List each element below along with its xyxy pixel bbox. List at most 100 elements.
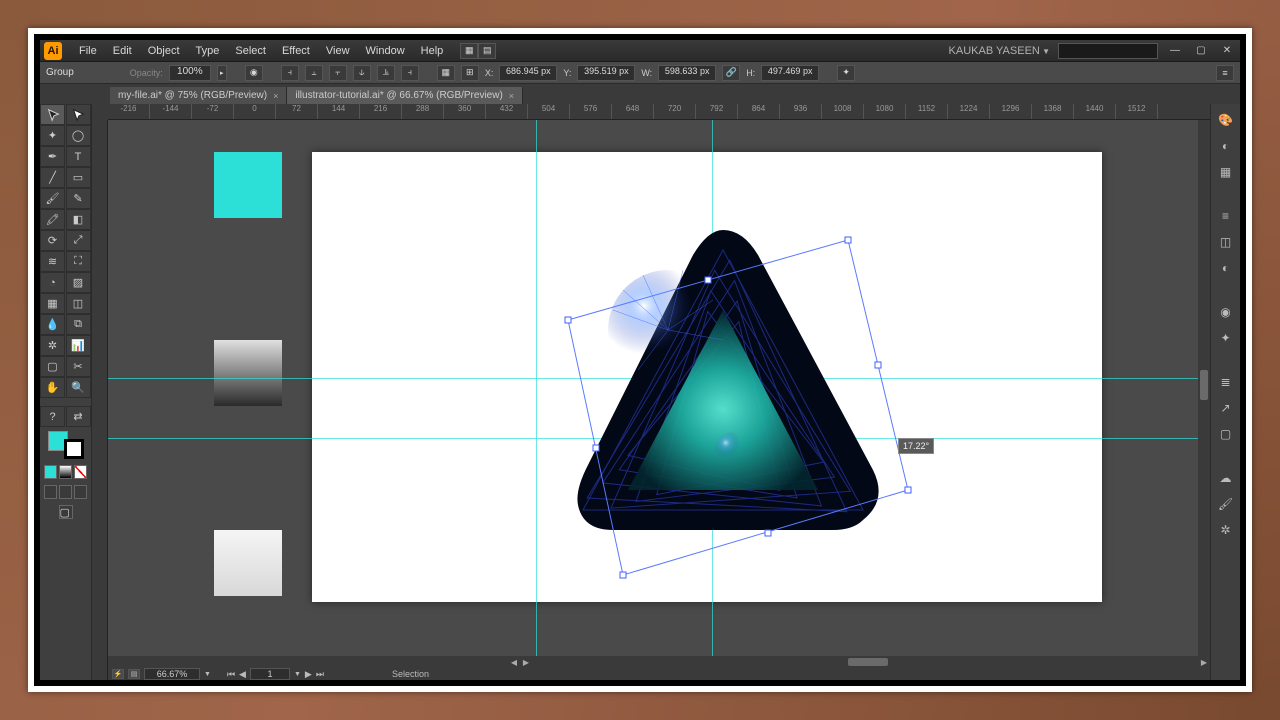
menu-edit[interactable]: Edit xyxy=(106,43,139,59)
scroll-right-icon[interactable]: ▶ xyxy=(520,656,532,668)
libraries-panel-icon[interactable]: ☁ xyxy=(1216,468,1236,488)
maximize-icon[interactable]: ▢ xyxy=(1192,44,1210,58)
artboard-last-icon[interactable]: ⏭ xyxy=(316,669,324,680)
graph-tool[interactable]: 📊 xyxy=(66,335,91,356)
magic-wand-tool[interactable]: ✦ xyxy=(40,125,65,146)
shape-builder-tool[interactable]: ◔ xyxy=(40,272,65,293)
user-menu[interactable]: KAUKAB YASEEN xyxy=(949,45,1050,57)
align-hcenter-icon[interactable]: ⫠ xyxy=(305,65,323,81)
draw-normal-icon[interactable] xyxy=(44,485,57,499)
zoom-dropdown-icon[interactable]: ▼ xyxy=(204,671,211,678)
artboard-nav-icon[interactable]: ▤ xyxy=(128,669,140,679)
mesh-tool[interactable]: ▦ xyxy=(40,293,65,314)
gradient-mode-icon[interactable] xyxy=(59,465,72,479)
search-input[interactable] xyxy=(1058,43,1158,59)
tab-my-file[interactable]: my-file.ai* @ 75% (RGB/Preview) × xyxy=(110,87,287,104)
width-tool[interactable]: ≋ xyxy=(40,251,65,272)
vertical-ruler[interactable] xyxy=(92,120,108,680)
artboard-next-icon[interactable]: ▶ xyxy=(305,669,312,680)
menu-window[interactable]: Window xyxy=(359,43,412,59)
rotate-tool[interactable]: ⟳ xyxy=(40,230,65,251)
scroll-left-icon[interactable]: ◀ xyxy=(508,656,520,668)
eraser-tool[interactable]: ◧ xyxy=(66,209,91,230)
tab-close-icon[interactable]: × xyxy=(509,91,514,101)
tab-illustrator-tutorial[interactable]: illustrator-tutorial.ai* @ 66.67% (RGB/P… xyxy=(287,87,523,104)
hand-tool[interactable]: ✋ xyxy=(40,377,65,398)
menu-view[interactable]: View xyxy=(319,43,357,59)
light-swatch-object[interactable] xyxy=(214,530,282,596)
scale-tool[interactable]: ⤢ xyxy=(66,230,91,251)
tab-close-icon[interactable]: × xyxy=(273,91,278,101)
asset-export-panel-icon[interactable]: ↗ xyxy=(1216,398,1236,418)
zoom-level[interactable]: 66.67% xyxy=(144,668,200,680)
gradient-panel-icon[interactable]: ◫ xyxy=(1216,232,1236,252)
w-input[interactable]: 598.633 px xyxy=(658,65,716,81)
vertical-scrollbar[interactable] xyxy=(1198,120,1210,668)
y-input[interactable]: 395.519 px xyxy=(577,65,635,81)
color-panel-icon[interactable]: 🎨 xyxy=(1216,110,1236,130)
bridge-icon[interactable]: ▦ xyxy=(460,43,478,59)
gpu-icon[interactable]: ⚡ xyxy=(112,669,124,679)
color-guide-panel-icon[interactable]: ◐ xyxy=(1216,136,1236,156)
artwork-group[interactable] xyxy=(543,190,903,550)
stroke-panel-icon[interactable]: ≡ xyxy=(1216,206,1236,226)
h-input[interactable]: 497.469 px xyxy=(761,65,819,81)
align-right-icon[interactable]: ⫟ xyxy=(329,65,347,81)
artboard-tool[interactable]: ▢ xyxy=(40,356,65,377)
menu-effect[interactable]: Effect xyxy=(275,43,317,59)
artboard-number[interactable]: 1 xyxy=(250,668,290,680)
transparency-panel-icon[interactable]: ◐ xyxy=(1216,258,1236,278)
symbol-sprayer-tool[interactable]: ✲ xyxy=(40,335,65,356)
artboard-dropdown-icon[interactable]: ▼ xyxy=(294,671,301,678)
shape-props-icon[interactable]: ✦ xyxy=(837,65,855,81)
paintbrush-tool[interactable]: 🖌 xyxy=(40,188,65,209)
fill-stroke-swatch[interactable] xyxy=(44,431,88,459)
horizontal-ruler[interactable]: -216-144-7207214421628836043250457664872… xyxy=(108,104,1210,120)
pen-tool[interactable]: ✒ xyxy=(40,146,65,167)
blend-tool[interactable]: ⧉ xyxy=(66,314,91,335)
guide-vertical[interactable] xyxy=(536,120,537,668)
viewport[interactable]: 17.22° xyxy=(108,120,1210,668)
none-mode-icon[interactable] xyxy=(74,465,87,479)
perspective-tool[interactable]: ▨ xyxy=(66,272,91,293)
symbols-panel-icon[interactable]: ✲ xyxy=(1216,520,1236,540)
scroll-thumb[interactable] xyxy=(1200,370,1208,400)
recolor-icon[interactable]: ◉ xyxy=(245,65,263,81)
align-left-icon[interactable]: ⫞ xyxy=(281,65,299,81)
artboard-prev-icon[interactable]: ◀ xyxy=(239,669,246,680)
toggle-fill-stroke[interactable]: ⇄ xyxy=(66,406,91,427)
align-top-icon[interactable]: ⫝ xyxy=(353,65,371,81)
reference-point-icon[interactable]: ⊞ xyxy=(461,65,479,81)
stroke-swatch[interactable] xyxy=(64,439,84,459)
minimize-icon[interactable]: — xyxy=(1166,44,1184,58)
control-menu-icon[interactable]: ≡ xyxy=(1216,65,1234,81)
brushes-panel-icon[interactable]: 🖌 xyxy=(1216,494,1236,514)
ruler-origin[interactable] xyxy=(92,104,108,120)
artboards-panel-icon[interactable]: ▢ xyxy=(1216,424,1236,444)
opacity-input[interactable]: 100% xyxy=(169,65,211,81)
help-tool[interactable]: ? xyxy=(40,406,65,427)
selection-tool[interactable] xyxy=(40,104,65,125)
blob-brush-tool[interactable]: 🖍 xyxy=(40,209,65,230)
arrange-docs-icon[interactable]: ▤ xyxy=(478,43,496,59)
horizontal-scrollbar[interactable]: ◀ ▶ ▶ xyxy=(108,656,1210,668)
menu-type[interactable]: Type xyxy=(189,43,227,59)
opacity-dropdown[interactable]: ▸ xyxy=(217,65,227,81)
gradient-swatch-object[interactable] xyxy=(214,340,282,406)
direct-selection-tool[interactable] xyxy=(66,104,91,125)
menu-object[interactable]: Object xyxy=(141,43,187,59)
layers-panel-icon[interactable]: ≣ xyxy=(1216,372,1236,392)
zoom-tool[interactable]: 🔍 xyxy=(66,377,91,398)
rectangle-tool[interactable]: ▭ xyxy=(66,167,91,188)
link-wh-icon[interactable]: 🔗 xyxy=(722,65,740,81)
x-input[interactable]: 686.945 px xyxy=(499,65,557,81)
appearance-panel-icon[interactable]: ◉ xyxy=(1216,302,1236,322)
menu-help[interactable]: Help xyxy=(414,43,451,59)
transform-panel-icon[interactable]: ▦ xyxy=(437,65,455,81)
close-icon[interactable]: ✕ xyxy=(1218,44,1236,58)
scroll-thumb[interactable] xyxy=(848,658,888,666)
menu-select[interactable]: Select xyxy=(228,43,273,59)
scroll-end-icon[interactable]: ▶ xyxy=(1198,656,1210,668)
pencil-tool[interactable]: ✎ xyxy=(66,188,91,209)
line-tool[interactable]: ╱ xyxy=(40,167,65,188)
